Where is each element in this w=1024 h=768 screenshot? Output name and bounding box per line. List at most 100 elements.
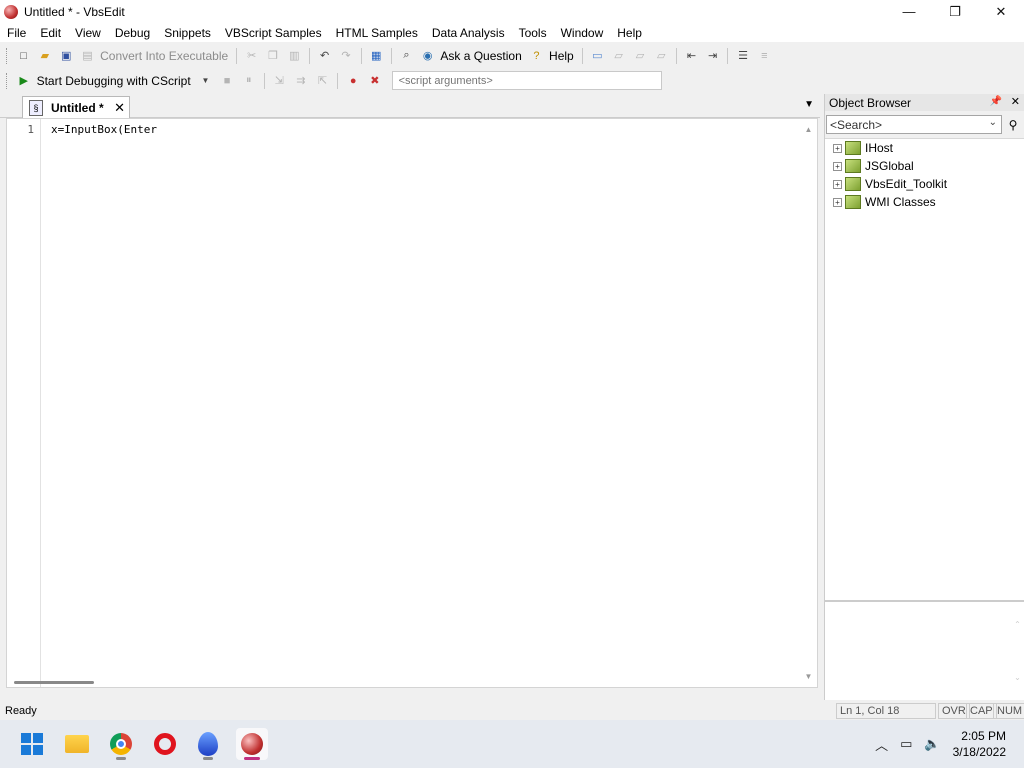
new-file-icon[interactable]: □ <box>15 47 32 65</box>
stop-icon[interactable]: ■ <box>218 72 236 90</box>
play-icon[interactable]: ▶ <box>15 72 33 90</box>
menu-data-analysis[interactable]: Data Analysis <box>425 26 512 40</box>
find-icon[interactable]: ⌕ <box>398 47 415 65</box>
network-icon[interactable]: ▭ <box>900 736 912 752</box>
tree-item-label: VbsEdit_Toolkit <box>865 177 948 191</box>
vbscript-document-icon: § <box>29 99 43 116</box>
object-tree: + IHost + JSGlobal + VbsEdit_Toolkit + W… <box>825 138 1024 600</box>
menu-view[interactable]: View <box>68 26 108 40</box>
file-explorer-button[interactable] <box>61 728 93 760</box>
tab-close-icon[interactable]: ✕ <box>114 100 125 116</box>
object-search-input[interactable]: <Search> ⌄ <box>826 115 1002 134</box>
maximize-button[interactable]: ❐ <box>932 0 978 23</box>
copy-icon[interactable]: ❐ <box>264 47 281 65</box>
status-bar: Ready Ln 1, Col 18 OVR CAP NUM <box>0 702 1024 720</box>
app-button[interactable] <box>192 728 224 760</box>
convert-into-executable-button[interactable]: Convert Into Executable <box>100 49 228 63</box>
cut-icon[interactable]: ✂ <box>243 47 260 65</box>
menu-help[interactable]: Help <box>610 26 649 40</box>
minimize-button[interactable]: — <box>886 0 932 23</box>
start-button[interactable] <box>16 728 48 760</box>
tab-list-dropdown-icon[interactable]: ▼ <box>804 99 814 110</box>
toolbar-grip[interactable] <box>6 72 9 89</box>
outdent-icon[interactable]: ⇤ <box>683 47 700 65</box>
clear-breakpoints-icon[interactable]: ✖ <box>366 72 384 90</box>
menu-tools[interactable]: Tools <box>512 26 554 40</box>
paste-icon[interactable]: ▥ <box>286 47 303 65</box>
step-into-icon[interactable]: ⇲ <box>271 72 289 90</box>
toolbar-separator <box>309 47 310 64</box>
code-editor[interactable]: 1 x=InputBox(Enter ▲ ▼ <box>6 118 818 688</box>
start-debugging-button[interactable]: Start Debugging with CScript <box>37 74 191 88</box>
help-icon[interactable]: ? <box>528 47 545 65</box>
toolbar-grip[interactable] <box>6 47 9 64</box>
wrap-icon[interactable]: ≡ <box>756 47 773 65</box>
toolbar-separator <box>581 47 583 64</box>
opera-button[interactable] <box>149 728 181 760</box>
menu-debug[interactable]: Debug <box>108 26 157 40</box>
chevron-up-icon[interactable]: ︿ <box>875 735 888 754</box>
system-tray: ︿ ▭ 🔈 2:05 PM 3/18/2022 <box>875 720 1024 768</box>
pause-icon[interactable]: ⏸ <box>240 72 258 90</box>
vertical-scrollbar[interactable]: ▲ ▼ <box>800 119 817 687</box>
tree-item-wmi-classes[interactable]: + WMI Classes <box>825 193 1024 211</box>
vbsedit-taskbar-button[interactable] <box>236 728 268 760</box>
ask-a-question-button[interactable]: Ask a Question <box>440 49 521 63</box>
indent-icon[interactable]: ⇥ <box>704 47 721 65</box>
scroll-down-icon[interactable]: ▼ <box>800 668 817 685</box>
expand-icon[interactable]: + <box>833 161 842 171</box>
library-icon <box>845 159 861 173</box>
format-icon[interactable]: ☰ <box>734 47 751 65</box>
search-object-icon[interactable]: ⚲ <box>1004 116 1022 134</box>
clock[interactable]: 2:05 PM 3/18/2022 <box>953 728 1006 760</box>
close-button[interactable]: ✕ <box>978 0 1024 23</box>
scroll-up-icon[interactable]: ▲ <box>800 121 817 138</box>
menu-html-samples[interactable]: HTML Samples <box>329 26 425 40</box>
library-icon <box>845 141 861 155</box>
menu-edit[interactable]: Edit <box>33 26 68 40</box>
tree-item-label: WMI Classes <box>865 195 936 209</box>
uncomment-icon[interactable]: ▱ <box>631 47 648 65</box>
tree-item-vbsedit-toolkit[interactable]: + VbsEdit_Toolkit <box>825 175 1024 193</box>
block-comment-icon[interactable]: ▭ <box>589 47 606 65</box>
step-over-icon[interactable]: ⇉ <box>292 72 310 90</box>
redo-icon[interactable]: ↷ <box>337 47 354 65</box>
description-scrollbar[interactable]: ⌃ ⌄ <box>1009 602 1023 700</box>
pin-icon[interactable]: 📌 <box>990 96 1002 107</box>
tree-item-ihost[interactable]: + IHost <box>825 139 1024 157</box>
windows-logo-icon <box>21 733 43 755</box>
check-syntax-icon[interactable]: ▦ <box>368 47 385 65</box>
chevron-down-icon[interactable]: ⌄ <box>989 117 997 128</box>
comment-clear-icon[interactable]: ▱ <box>653 47 670 65</box>
save-icon[interactable]: ▣ <box>58 47 75 65</box>
chevron-down-icon[interactable]: ▼ <box>197 72 215 90</box>
open-folder-icon[interactable]: ▰ <box>36 47 53 65</box>
folder-icon <box>65 735 89 753</box>
chrome-icon <box>110 733 132 755</box>
menu-window[interactable]: Window <box>554 26 611 40</box>
expand-icon[interactable]: + <box>833 197 842 207</box>
expand-icon[interactable]: + <box>833 143 842 153</box>
script-arguments-input[interactable] <box>391 71 663 90</box>
panel-close-icon[interactable]: ✕ <box>1011 95 1020 108</box>
comment-icon[interactable]: ▱ <box>610 47 627 65</box>
convert-exe-icon[interactable]: ▤ <box>79 47 96 65</box>
window-controls: — ❐ ✕ <box>886 0 1024 23</box>
menu-snippets[interactable]: Snippets <box>157 26 218 40</box>
step-out-icon[interactable]: ⇱ <box>314 72 332 90</box>
code-line[interactable]: x=InputBox(Enter <box>51 123 157 136</box>
volume-icon[interactable]: 🔈 <box>924 736 940 752</box>
tab-untitled[interactable]: § Untitled * ✕ <box>22 96 130 118</box>
menu-vbscript-samples[interactable]: VBScript Samples <box>218 26 329 40</box>
undo-icon[interactable]: ↶ <box>316 47 333 65</box>
question-globe-icon[interactable]: ◉ <box>419 47 436 65</box>
chrome-button[interactable] <box>105 728 137 760</box>
breakpoint-icon[interactable]: ● <box>344 72 362 90</box>
help-button[interactable]: Help <box>549 49 574 63</box>
scroll-down-icon[interactable]: ⌄ <box>1009 669 1024 686</box>
horizontal-scrollbar[interactable] <box>14 681 94 684</box>
scroll-up-icon[interactable]: ⌃ <box>1009 616 1024 633</box>
menu-file[interactable]: File <box>0 26 33 40</box>
expand-icon[interactable]: + <box>833 179 842 189</box>
tree-item-jsglobal[interactable]: + JSGlobal <box>825 157 1024 175</box>
